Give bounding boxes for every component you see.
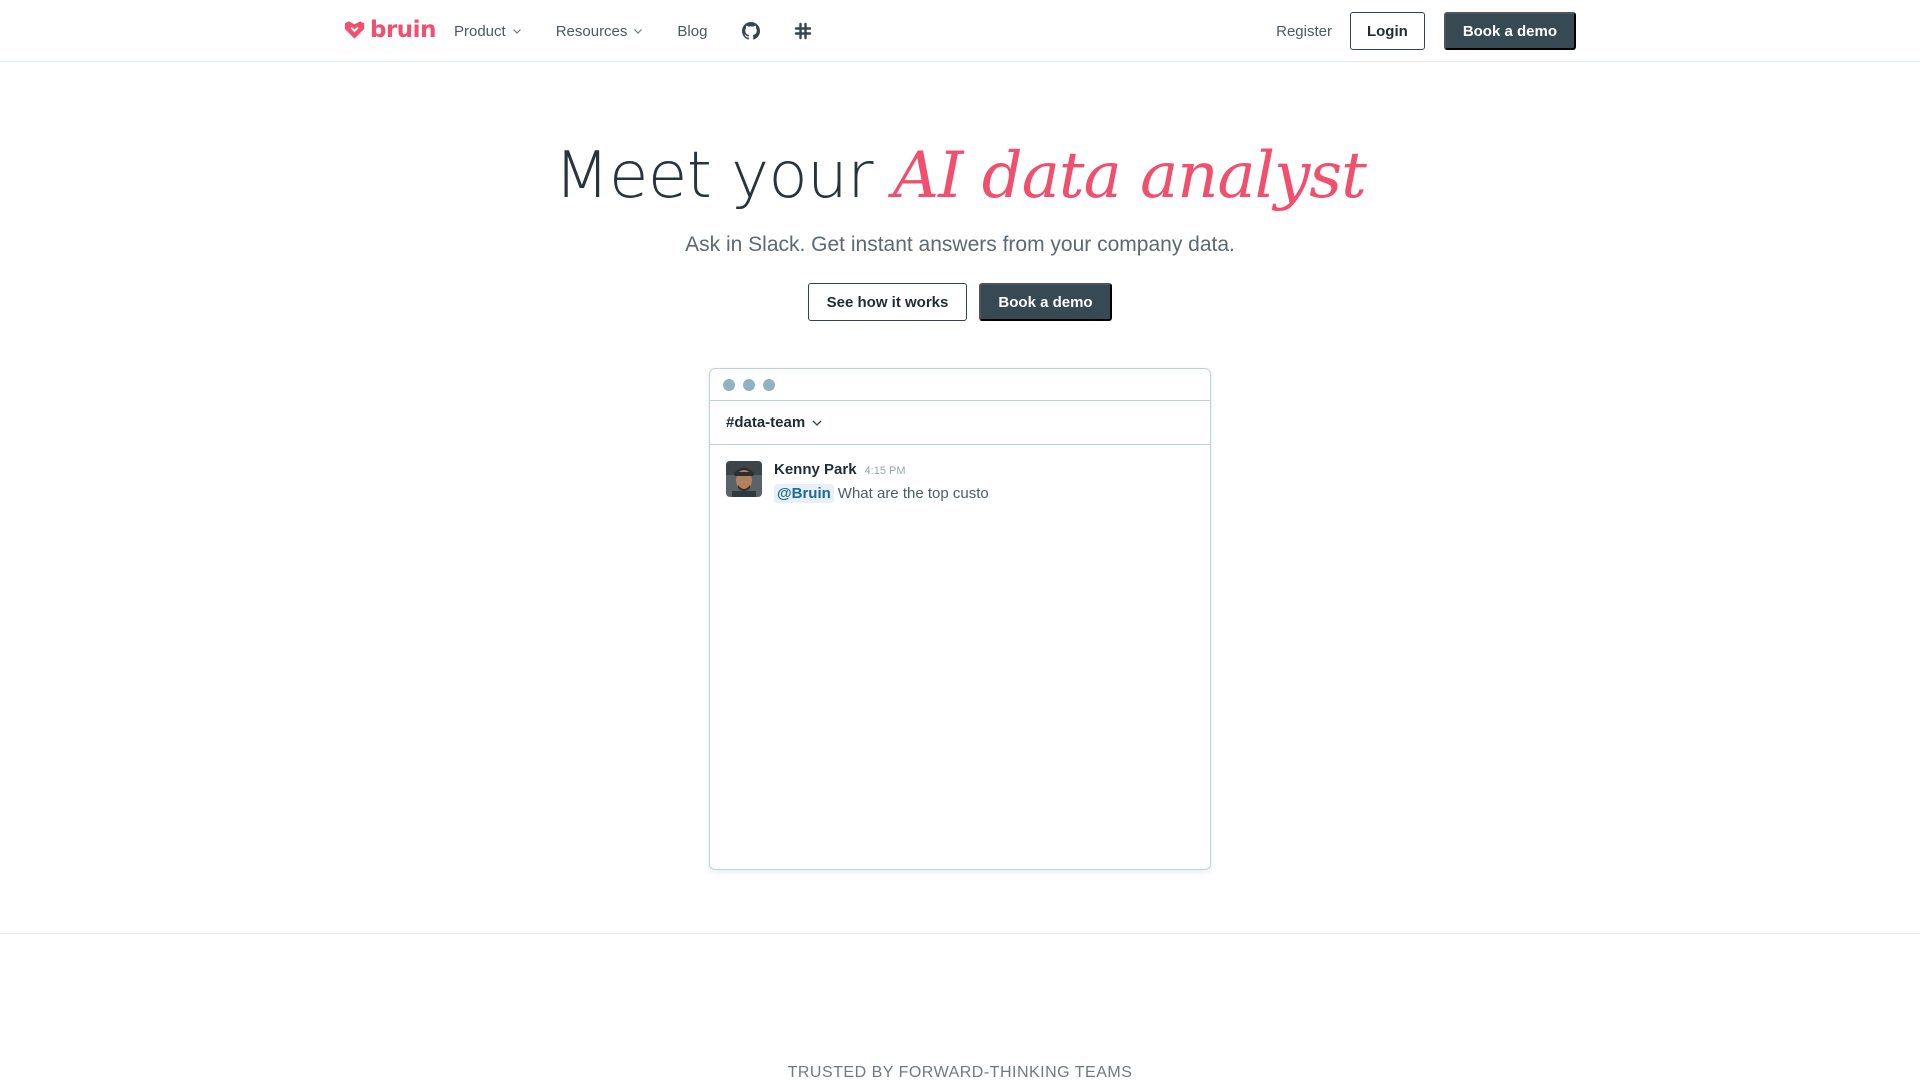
window-titlebar bbox=[710, 369, 1210, 401]
nav-resources[interactable]: Resources bbox=[556, 23, 644, 40]
window-dot bbox=[723, 378, 735, 391]
window-dot bbox=[743, 378, 755, 391]
window-dot bbox=[763, 378, 775, 391]
channel-selector[interactable]: #data-team bbox=[710, 401, 1210, 445]
login-button[interactable]: Login bbox=[1349, 12, 1425, 50]
hero-subtitle: Ask in Slack. Get instant answers from y… bbox=[685, 233, 1235, 256]
account-nav: Register Login Book a demo bbox=[1276, 12, 1576, 50]
message-text: @Bruin What are the top custo bbox=[774, 484, 989, 503]
slack-icon bbox=[795, 22, 812, 40]
trusted-by-label: TRUSTED BY FORWARD-THINKING TEAMS bbox=[787, 1064, 1133, 1080]
hero-title-accent: AI data analyst bbox=[892, 139, 1367, 213]
hero-actions: See how it works Book a demo bbox=[808, 283, 1112, 321]
github-icon bbox=[742, 22, 761, 40]
slack-preview-window: #data-team Kenny Park 4:15 PM @Bruin Wha… bbox=[709, 368, 1211, 870]
section-divider bbox=[0, 933, 1920, 934]
slack-link[interactable] bbox=[793, 21, 813, 41]
message-header: Kenny Park 4:15 PM bbox=[774, 461, 989, 481]
slack-message: Kenny Park 4:15 PM @Bruin What are the t… bbox=[726, 461, 989, 503]
chevron-down-icon bbox=[512, 29, 521, 34]
nav-blog[interactable]: Blog bbox=[677, 23, 707, 40]
site-header: bruin Product Resources Blog Register Lo… bbox=[0, 0, 1920, 62]
register-link[interactable]: Register bbox=[1276, 23, 1332, 40]
hero-title: Meet your AI data analyst bbox=[0, 136, 1920, 216]
bruin-logo[interactable]: bruin bbox=[343, 16, 436, 44]
bruin-mention: @Bruin bbox=[774, 484, 834, 503]
nav-resources-label: Resources bbox=[555, 22, 628, 40]
message-content: What are the top custo bbox=[837, 485, 989, 502]
hero-title-plain: Meet your bbox=[554, 139, 874, 213]
message-timestamp: 4:15 PM bbox=[864, 465, 906, 477]
header-book-demo-button[interactable]: Book a demo bbox=[1443, 12, 1576, 50]
chevron-down-icon bbox=[812, 420, 822, 426]
nav-product-label: Product bbox=[454, 22, 506, 40]
github-link[interactable] bbox=[741, 21, 761, 41]
message-author: Kenny Park bbox=[774, 461, 857, 478]
bruin-logo-icon bbox=[343, 20, 366, 40]
channel-name: #data-team bbox=[726, 414, 806, 431]
nav-blog-label: Blog bbox=[677, 22, 708, 40]
hero-book-demo-button[interactable]: Book a demo bbox=[979, 283, 1112, 321]
see-how-it-works-button[interactable]: See how it works bbox=[808, 283, 967, 321]
chevron-down-icon bbox=[634, 29, 643, 34]
bruin-wordmark: bruin bbox=[370, 17, 436, 43]
nav-product[interactable]: Product bbox=[454, 23, 522, 40]
main-nav: Product Resources Blog bbox=[454, 0, 845, 62]
message-body: Kenny Park 4:15 PM @Bruin What are the t… bbox=[774, 461, 989, 503]
avatar bbox=[726, 461, 762, 497]
